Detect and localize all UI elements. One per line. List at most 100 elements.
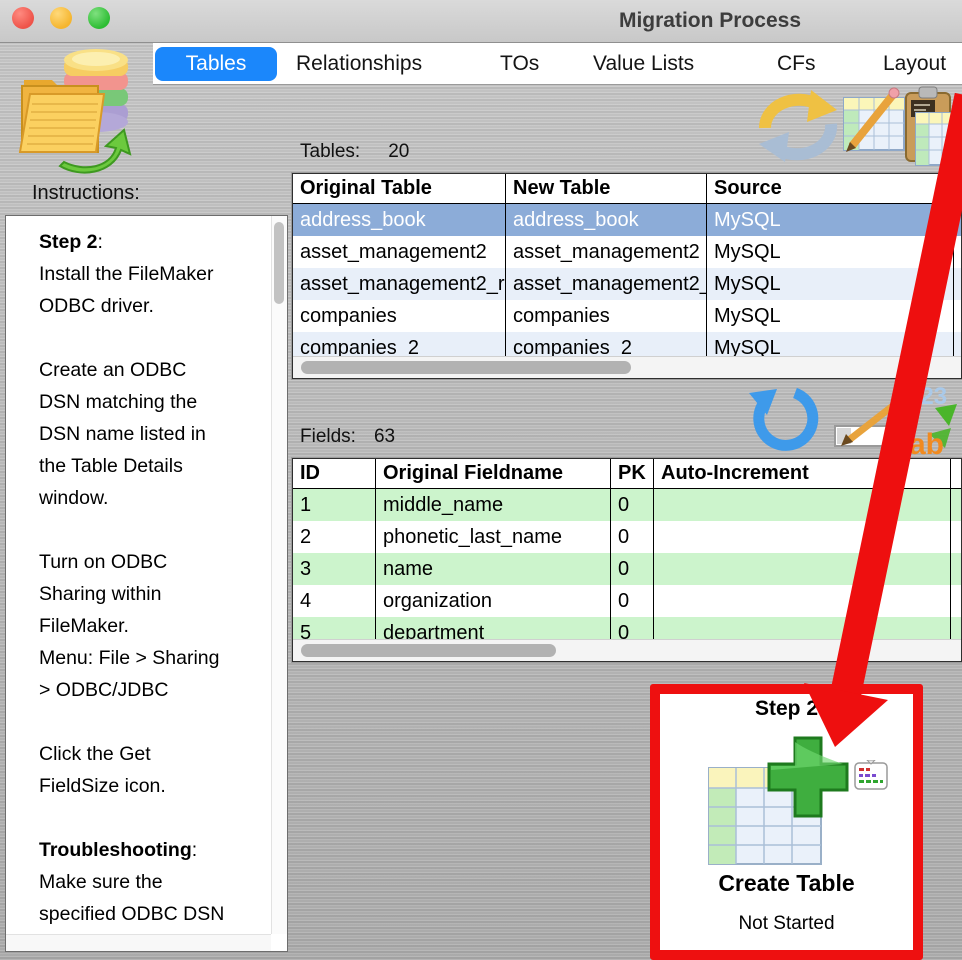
table-cell (951, 585, 961, 617)
zoom-button[interactable] (88, 7, 110, 29)
table-cell: address_book (293, 204, 506, 236)
close-button[interactable] (12, 7, 34, 29)
tables-list: Original TableNew TableSource address_bo… (292, 173, 962, 379)
table-cell: 0 (611, 617, 654, 639)
table-cell: 2 (293, 521, 376, 553)
table-cell: 0 (611, 521, 654, 553)
table-row[interactable]: 4organization0 (293, 585, 961, 617)
table-details-icon[interactable] (854, 760, 888, 792)
instruction-line: ODBC driver. (39, 290, 267, 322)
status-badge: Not Started (660, 913, 913, 935)
tab-cfs[interactable]: CFs (777, 47, 816, 81)
column-header[interactable]: New Table (506, 174, 707, 203)
table-cell: 1 (293, 489, 376, 521)
tab-tables[interactable]: Tables (155, 47, 277, 81)
column-header[interactable]: Auto-Increment (654, 459, 951, 488)
instruction-line: Menu: File > Sharing (39, 642, 267, 674)
table-row[interactable]: 5department0 (293, 617, 961, 639)
tab-value-lists[interactable]: Value Lists (593, 47, 694, 81)
table-cell: middle_name (376, 489, 611, 521)
table-cell: asset_management2 (506, 236, 707, 268)
table-row[interactable]: 1middle_name0 (293, 489, 961, 521)
get-fieldsize-icon[interactable]: 123 ab (905, 382, 962, 458)
instruction-line: Step 2: (39, 226, 267, 258)
column-header[interactable]: PK (611, 459, 654, 488)
table-cell: department (376, 617, 611, 639)
fields-count-value: 63 (374, 426, 395, 448)
tab-tos[interactable]: TOs (500, 47, 539, 81)
table-cell: MySQL (707, 268, 954, 300)
edit-table-icon[interactable] (842, 84, 906, 152)
table-cell: 4 (293, 585, 376, 617)
table-cell (954, 332, 961, 356)
instruction-line: > ODBC/JDBC (39, 674, 267, 706)
table-cell: MySQL (707, 332, 954, 356)
fields-list: IDOriginal FieldnamePKAuto-Increment 1mi… (292, 458, 962, 662)
table-cell (951, 553, 961, 585)
table-cell (654, 617, 951, 639)
table-cell (654, 585, 951, 617)
table-row[interactable]: asset_management2asset_management2MySQL (293, 236, 961, 268)
migration-app-icon (18, 44, 142, 174)
instruction-line: DSN matching the (39, 386, 267, 418)
table-cell: asset_management2_r (506, 268, 707, 300)
table-row[interactable]: companiescompaniesMySQL (293, 300, 961, 332)
tab-bar: Tables Relationships TOs Value Lists CFs Layo… (153, 43, 962, 85)
refresh-fields-icon[interactable] (747, 385, 823, 455)
step-title: Step 2 (660, 697, 913, 721)
table-cell (951, 521, 961, 553)
create-table-label[interactable]: Create Table (660, 870, 913, 897)
instruction-line: Install the FileMaker (39, 258, 267, 290)
table-cell: MySQL (707, 204, 954, 236)
tables-label-text: Tables: (300, 141, 360, 163)
tab-layout[interactable]: Layout (883, 47, 946, 81)
fields-horizontal-scrollbar[interactable] (293, 639, 961, 661)
fields-header-row: IDOriginal FieldnamePKAuto-Increment (293, 459, 961, 489)
tables-horizontal-scrollbar[interactable] (293, 356, 961, 378)
instruction-line: Make sure the (39, 866, 267, 898)
instructions-label: Instructions: (32, 182, 140, 205)
column-header-spacer (951, 459, 961, 488)
window-title: Migration Process (619, 9, 801, 33)
sync-tables-icon[interactable] (751, 88, 845, 164)
rename-field-icon[interactable] (831, 392, 911, 450)
paste-table-icon[interactable] (904, 85, 962, 167)
table-row[interactable]: 2phonetic_last_name0 (293, 521, 961, 553)
column-header[interactable]: Original Table (293, 174, 506, 203)
table-cell (954, 204, 961, 236)
table-cell (954, 236, 961, 268)
tables-count: Tables: 20 (300, 141, 409, 163)
table-cell (951, 489, 961, 521)
minimize-button[interactable] (50, 7, 72, 29)
table-row[interactable]: asset_management2_reasset_management2_rM… (293, 268, 961, 300)
instructions-vertical-scrollbar[interactable] (271, 216, 287, 934)
table-cell (654, 521, 951, 553)
title-bar: Migration Process (0, 0, 962, 43)
instruction-line: FieldSize icon. (39, 770, 267, 802)
instruction-line: DSN name listed in (39, 418, 267, 450)
table-row[interactable]: address_bookaddress_bookMySQL (293, 204, 961, 236)
scrollbar-thumb[interactable] (274, 222, 284, 304)
instruction-line: Turn on ODBC (39, 546, 267, 578)
instruction-line: the Table Details (39, 450, 267, 482)
table-row[interactable]: 3name0 (293, 553, 961, 585)
scrollbar-thumb[interactable] (301, 644, 556, 657)
tab-relationships[interactable]: Relationships (296, 47, 422, 81)
instructions-panel: Step 2:Install the FileMakerODBC driver.… (5, 215, 288, 952)
column-header[interactable]: Original Fieldname (376, 459, 611, 488)
step2-callout: Step 2 Create Table Not Started (650, 684, 923, 960)
scrollbar-thumb[interactable] (301, 361, 631, 374)
table-cell: 0 (611, 553, 654, 585)
column-header[interactable]: Source (707, 174, 954, 203)
fields-count: Fields: 63 (300, 426, 395, 448)
instruction-line (39, 322, 267, 354)
instruction-line: specified ODBC DSN (39, 898, 267, 930)
instructions-text: Step 2:Install the FileMakerODBC driver.… (39, 226, 267, 931)
table-row[interactable]: companies_2companies_2MySQL (293, 332, 961, 356)
table-cell (654, 553, 951, 585)
svg-text:ab: ab (909, 428, 944, 458)
column-header[interactable]: ID (293, 459, 376, 488)
instruction-line: Create an ODBC (39, 354, 267, 386)
instructions-horizontal-scrollbar[interactable] (6, 934, 271, 951)
create-table-button[interactable] (707, 736, 857, 866)
